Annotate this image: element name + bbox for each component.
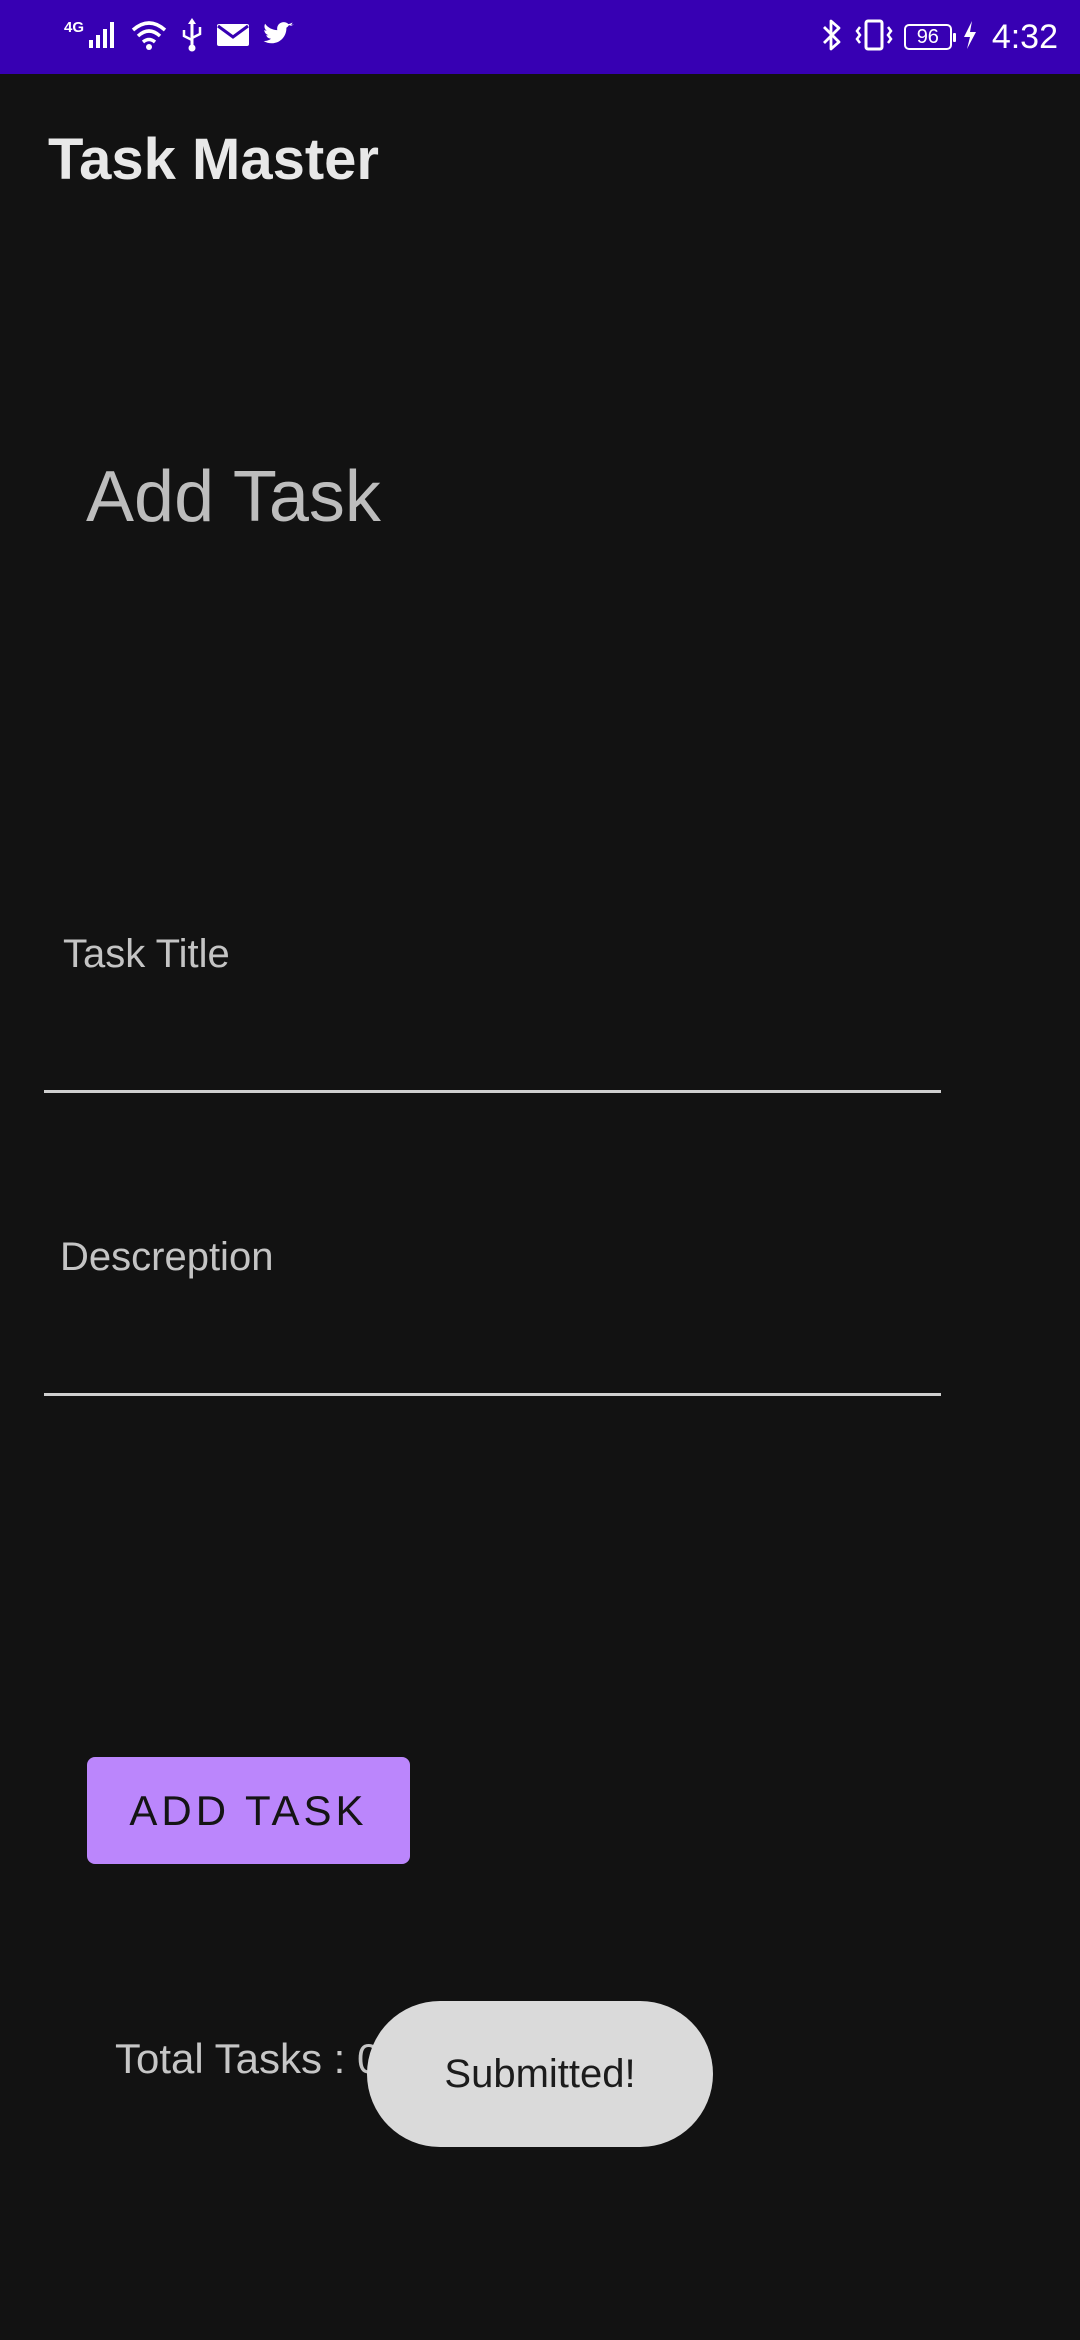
status-bar: 4G 96 4:32 — [0, 0, 1080, 74]
signal-icon — [88, 20, 118, 55]
twitter-icon — [262, 21, 296, 54]
description-underline — [44, 1393, 941, 1396]
charging-icon — [962, 20, 978, 55]
description-input[interactable]: Descreption — [44, 1223, 941, 1398]
usb-icon — [180, 17, 204, 57]
task-title-underline — [44, 1090, 941, 1093]
page-heading: Add Task — [86, 457, 381, 537]
app-title: Task Master — [48, 127, 379, 192]
task-title-placeholder: Task Title — [63, 932, 230, 976]
mail-icon — [216, 22, 250, 53]
toast-message: Submitted! — [367, 2001, 713, 2147]
status-bar-clock: 4:32 — [991, 17, 1058, 56]
wifi-icon — [130, 19, 168, 56]
total-tasks-label: Total Tasks : 0 — [115, 2035, 381, 2082]
battery-indicator: 96 — [903, 24, 956, 50]
description-placeholder: Descreption — [60, 1235, 274, 1279]
task-title-input[interactable]: Task Title — [44, 920, 941, 1095]
vibrate-icon — [854, 19, 894, 56]
status-bar-left: 4G — [64, 14, 296, 60]
bluetooth-icon — [820, 18, 844, 57]
status-bar-right: 96 4:32 — [820, 14, 1058, 60]
network-type-label: 4G — [64, 18, 85, 36]
add-task-button[interactable]: ADD TASK — [87, 1757, 410, 1864]
